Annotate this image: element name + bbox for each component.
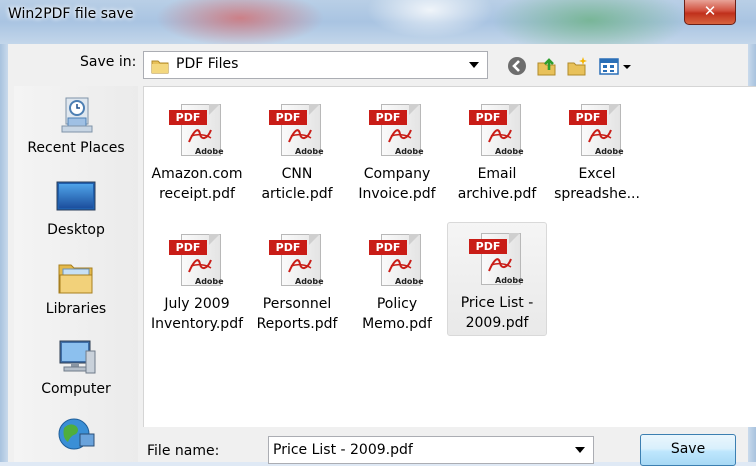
pdf-banner: PDF (469, 239, 507, 254)
title-bar[interactable]: Win2PDF file save ✕ (0, 0, 756, 44)
chevron-down-icon[interactable] (469, 62, 479, 68)
libraries-icon (58, 264, 93, 294)
save-in-label: Save in: (80, 54, 137, 70)
file-name-line: Memo.pdf (362, 316, 432, 332)
file-name-line: July 2009 (164, 296, 230, 312)
pdf-banner: PDF (269, 240, 307, 255)
place-computer[interactable]: Computer (14, 337, 138, 397)
file-name-line: Policy (376, 296, 418, 312)
pdf-file-icon: PDF Adobe (267, 230, 327, 288)
file-name-line: CNN (281, 166, 313, 182)
file-name-line: 2009.pdf (465, 315, 529, 331)
new-folder-icon[interactable] (566, 55, 588, 77)
place-network[interactable] (14, 414, 138, 458)
file-name-label: File name: (147, 443, 220, 459)
desktop-icon (56, 181, 96, 211)
adobe-label: Adobe (495, 147, 524, 156)
place-recent-places[interactable]: Recent Places (14, 96, 138, 156)
file-name-line: Company (363, 166, 431, 182)
computer-icon (59, 340, 96, 374)
file-item[interactable]: PDF Adobe July 2009 Inventory.pdf (147, 224, 247, 336)
adobe-label: Adobe (195, 277, 224, 286)
file-item[interactable]: PDF Adobe Policy Memo.pdf (347, 224, 447, 336)
place-label: Computer (41, 381, 111, 397)
place-libraries[interactable]: Libraries (14, 257, 138, 317)
view-menu-icon[interactable] (598, 55, 632, 77)
back-icon[interactable] (506, 55, 528, 77)
file-name-input[interactable] (273, 440, 563, 460)
file-name-line: Inventory.pdf (150, 316, 244, 332)
file-item[interactable]: PDF Adobe Email archive.pdf (447, 94, 547, 206)
place-label: Desktop (47, 222, 105, 238)
file-name-line: Amazon.com (151, 166, 243, 182)
pdf-banner: PDF (469, 110, 507, 125)
file-name-line: Invoice.pdf (358, 186, 436, 202)
file-name-line: Personnel (262, 296, 332, 312)
network-icon (58, 418, 95, 450)
window-title: Win2PDF file save (8, 6, 134, 22)
pdf-banner: PDF (269, 110, 307, 125)
save-button[interactable]: Save (640, 434, 736, 466)
pdf-banner: PDF (369, 110, 407, 125)
pdf-file-icon: PDF Adobe (167, 100, 227, 158)
up-folder-icon[interactable] (536, 55, 558, 77)
file-name-line: archive.pdf (457, 186, 537, 202)
file-item[interactable]: PDF Adobe CNN article.pdf (247, 94, 347, 206)
pdf-file-icon: PDF Adobe (167, 230, 227, 288)
close-button[interactable]: ✕ (684, 0, 736, 25)
close-icon: ✕ (703, 2, 717, 20)
place-desktop[interactable]: Desktop (14, 178, 138, 238)
pdf-banner: PDF (369, 240, 407, 255)
adobe-label: Adobe (395, 147, 424, 156)
adobe-label: Adobe (295, 147, 324, 156)
file-item[interactable]: PDF Adobe Company Invoice.pdf (347, 94, 447, 206)
pdf-banner: PDF (169, 240, 207, 255)
pdf-banner: PDF (569, 110, 607, 125)
pdf-file-icon: PDF Adobe (267, 100, 327, 158)
pdf-file-icon: PDF Adobe (367, 100, 427, 158)
pdf-file-icon: PDF Adobe (467, 229, 527, 287)
file-name-combo[interactable] (268, 436, 594, 464)
pdf-file-icon: PDF Adobe (367, 230, 427, 288)
adobe-label: Adobe (195, 147, 224, 156)
adobe-label: Adobe (295, 277, 324, 286)
file-name-line: Excel (578, 166, 616, 182)
file-item[interactable]: PDF Adobe Personnel Reports.pdf (247, 224, 347, 336)
folder-icon (151, 60, 169, 74)
place-label: Recent Places (27, 140, 125, 156)
adobe-label: Adobe (595, 147, 624, 156)
file-name-line: spreadshe... (554, 186, 640, 202)
file-name-line: Reports.pdf (256, 316, 338, 332)
save-in-value: PDF Files (176, 56, 239, 72)
file-name-line: Email (477, 166, 517, 182)
file-name-line: article.pdf (261, 186, 333, 202)
file-item[interactable]: PDF Adobe Price List - 2009.pdf (447, 222, 547, 336)
adobe-label: Adobe (395, 277, 424, 286)
place-label: Libraries (45, 301, 107, 317)
pdf-file-icon: PDF Adobe (567, 100, 627, 158)
adobe-label: Adobe (495, 276, 524, 285)
file-item[interactable]: PDF Adobe Amazon.com receipt.pdf (147, 94, 247, 206)
file-name-line: receipt.pdf (159, 186, 235, 202)
chevron-down-icon[interactable] (575, 447, 585, 453)
recent-places-icon (61, 97, 93, 133)
save-in-dropdown[interactable]: PDF Files (143, 51, 488, 79)
pdf-banner: PDF (169, 110, 207, 125)
window-frame-left (0, 44, 8, 462)
file-item[interactable]: PDF Adobe Excel spreadshe... (547, 94, 647, 206)
file-name-line: Price List - (460, 295, 534, 311)
pdf-file-icon: PDF Adobe (467, 100, 527, 158)
